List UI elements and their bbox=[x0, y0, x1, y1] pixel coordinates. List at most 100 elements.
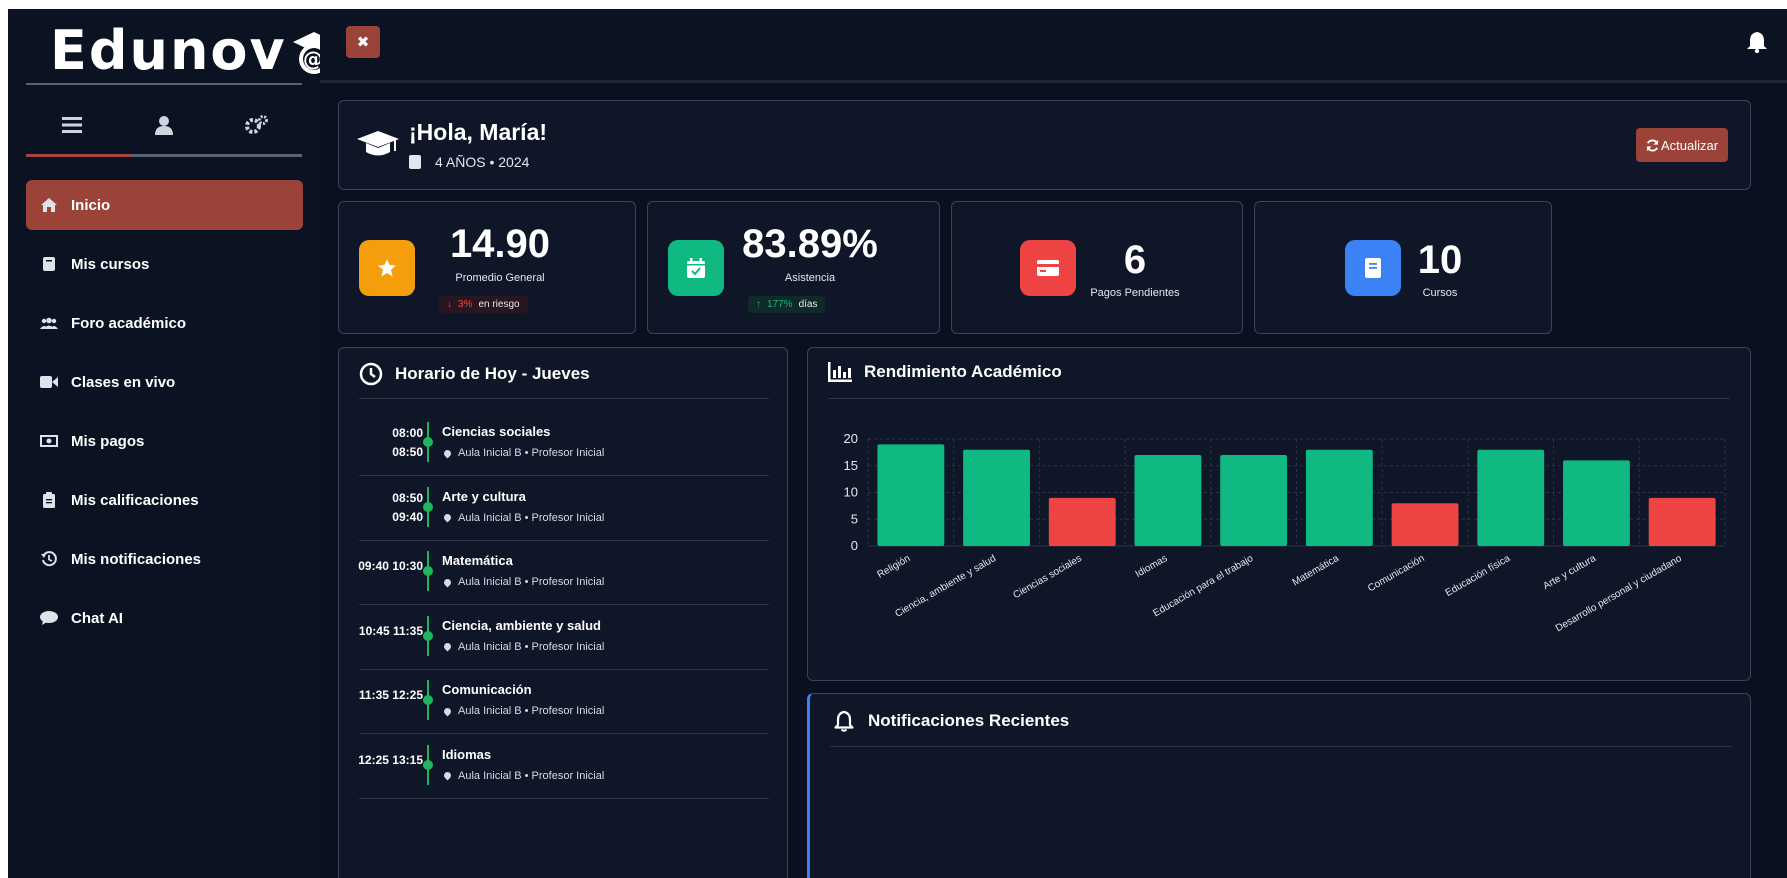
start-time: 08:00 bbox=[392, 426, 423, 440]
sidebar-item-label: Inicio bbox=[71, 196, 111, 214]
end-time: 10:30 bbox=[392, 559, 423, 573]
end-time: 13:15 bbox=[392, 752, 423, 767]
location-text: Aula Inicial B • Profesor Inicial bbox=[458, 769, 605, 782]
sidebar: Edunov @ Inicio Mis cursos Foro académic… bbox=[8, 9, 335, 878]
schedule-title-text: Horario de Hoy - Jueves bbox=[395, 364, 590, 383]
schedule-time: 11:35 12:25 bbox=[353, 686, 423, 705]
refresh-icon bbox=[1646, 139, 1659, 151]
calendar-check-icon bbox=[668, 240, 724, 296]
x-tick-label: Idiomas bbox=[1134, 553, 1170, 580]
end-time: 11:35 bbox=[392, 623, 423, 638]
start-time: 09:40 bbox=[358, 559, 389, 573]
sidebar-item-foro-academico[interactable]: Foro académico bbox=[26, 298, 303, 348]
x-tick-label: Ciencias sociales bbox=[1011, 553, 1083, 601]
schedule-time: 09:40 10:30 bbox=[353, 557, 423, 576]
sidebar-item-mis-pagos[interactable]: Mis pagos bbox=[26, 416, 303, 466]
schedule-time: 12:25 13:15 bbox=[353, 751, 423, 770]
refresh-button[interactable]: Actualizar bbox=[1636, 128, 1728, 162]
sidebar-item-label: Clases en vivo bbox=[71, 373, 176, 391]
location-text: Aula Inicial B • Profesor Inicial bbox=[458, 447, 605, 459]
bars-icon bbox=[62, 117, 82, 133]
close-sidebar-button[interactable]: ✖ bbox=[346, 26, 380, 58]
sidebar-item-inicio[interactable]: Inicio bbox=[26, 180, 303, 230]
chart-bar bbox=[1048, 497, 1116, 546]
stat-card-courses: 10 Cursos bbox=[1254, 201, 1552, 334]
schedule-item[interactable]: 10:45 11:35 Ciencia, ambiente y salud Aula… bbox=[359, 606, 769, 670]
schedule-item[interactable]: 12:25 13:15 Idiomas Aula Inicial B • Profe… bbox=[358, 735, 769, 799]
tab-profile[interactable] bbox=[144, 107, 184, 143]
chat-icon bbox=[40, 610, 58, 626]
chart-bar bbox=[1648, 497, 1716, 546]
clock-icon bbox=[359, 362, 383, 386]
brand-name: Edunov bbox=[50, 19, 287, 82]
y-tick-label: 15 bbox=[844, 458, 858, 473]
map-pin-icon bbox=[442, 577, 453, 587]
schedule-item[interactable]: 09:40 10:30 Matemática Aula Inicial B • Pr… bbox=[358, 541, 769, 605]
map-pin-icon bbox=[442, 512, 453, 523]
performance-title: Rendimiento Académico bbox=[828, 362, 1062, 382]
location-text: Aula Inicial B • Profesor Inicial bbox=[458, 511, 605, 524]
chart-bar bbox=[1563, 460, 1630, 546]
sidebar-item-chat-ai[interactable]: Chat AI bbox=[26, 593, 303, 643]
chart-bar bbox=[1305, 449, 1373, 546]
sidebar-item-mis-calificaciones[interactable]: Mis calificaciones bbox=[26, 475, 303, 525]
schedule-time: 08:50 09:40 bbox=[353, 489, 423, 527]
sidebar-item-label: Mis notificaciones bbox=[71, 550, 202, 568]
course-name: Comunicación bbox=[442, 682, 532, 697]
sidebar-item-clases-en-vivo[interactable]: Clases en vivo bbox=[26, 357, 303, 407]
stat-trend: ↑ 177% días bbox=[748, 296, 826, 313]
greeting: ¡Hola, María! bbox=[409, 119, 548, 145]
location-text: Aula Inicial B • Profesor Inicial bbox=[458, 640, 605, 653]
schedule-item[interactable]: 08:50 09:40 Arte y cultura Aula Inicial B •… bbox=[359, 477, 769, 541]
schedule-item[interactable]: 11:35 12:25 Comunicación Aula Inicial B • … bbox=[359, 670, 769, 734]
chart-bar bbox=[1134, 455, 1202, 546]
chart-bar bbox=[1477, 449, 1545, 546]
timeline-dot bbox=[423, 566, 433, 576]
schedule-item[interactable]: 08:00 08:50 Ciencias sociales Aula Inicial … bbox=[359, 412, 769, 476]
performance-title-text: Rendimiento Académico bbox=[864, 362, 1062, 381]
timeline-dot bbox=[423, 437, 433, 447]
tab-menu[interactable] bbox=[52, 107, 92, 143]
sidebar-item-label: Mis calificaciones bbox=[71, 491, 199, 509]
map-pin-icon bbox=[442, 641, 453, 652]
stat-label: Cursos bbox=[1422, 287, 1458, 299]
performance-bar-chart: 05101520ReligiónCiencia, ambiente y salu… bbox=[844, 431, 1726, 634]
tab-settings[interactable] bbox=[236, 107, 276, 143]
start-time: 10:45 bbox=[358, 623, 390, 638]
timeline-dot bbox=[423, 759, 433, 770]
grade-year-text: 4 AÑOS • 2024 bbox=[435, 154, 530, 170]
bell-icon[interactable] bbox=[1747, 31, 1767, 54]
x-tick-label: Educación física bbox=[1444, 553, 1513, 599]
stat-trend: ↓ 3% en riesgo bbox=[439, 296, 528, 313]
book-icon bbox=[1345, 240, 1401, 296]
welcome-card: ¡Hola, María! 4 AÑOS • 2024 Actualizar bbox=[338, 100, 1751, 190]
dashboard-main: ¡Hola, María! 4 AÑOS • 2024 Actualizar 1… bbox=[320, 83, 1787, 878]
topbar: ✖ bbox=[320, 9, 1787, 83]
sidebar-item-mis-cursos[interactable]: Mis cursos bbox=[26, 239, 303, 289]
star-icon bbox=[359, 240, 415, 296]
users-icon bbox=[40, 315, 58, 331]
y-tick-label: 0 bbox=[851, 538, 858, 553]
brand-logo[interactable]: Edunov @ bbox=[50, 19, 339, 82]
chart-bar bbox=[1391, 503, 1459, 546]
x-tick-label: Comunicación bbox=[1366, 553, 1426, 594]
sidebar-item-mis-notificaciones[interactable]: Mis notificaciones bbox=[26, 534, 303, 584]
schedule-card: Horario de Hoy - Jueves 08:00 08:50 Cienci… bbox=[338, 347, 788, 878]
start-time: 12:25 bbox=[358, 752, 389, 767]
course-location: Aula Inicial B • Profesor Inicial bbox=[442, 769, 605, 782]
y-tick-label: 20 bbox=[844, 431, 858, 446]
map-pin-icon bbox=[442, 448, 453, 458]
location-text: Aula Inicial B • Profesor Inicial bbox=[458, 705, 605, 717]
notifications-card: Notificaciones Recientes bbox=[807, 693, 1751, 878]
sidebar-nav: Inicio Mis cursos Foro académico Clases … bbox=[26, 180, 303, 652]
schedule-time: 08:00 08:50 bbox=[353, 424, 423, 462]
trend-text: días bbox=[798, 299, 818, 310]
timeline-dot bbox=[423, 695, 433, 705]
map-pin-icon bbox=[442, 770, 453, 781]
sidebar-item-label: Mis cursos bbox=[71, 255, 150, 273]
course-name: Idiomas bbox=[442, 746, 492, 762]
stat-card-payments: 6 Pagos Pendientes bbox=[951, 201, 1243, 334]
stat-label: Pagos Pendientes bbox=[1090, 287, 1180, 299]
notifications-title: Notificaciones Recientes bbox=[834, 710, 1069, 732]
chart-bar bbox=[877, 444, 945, 546]
